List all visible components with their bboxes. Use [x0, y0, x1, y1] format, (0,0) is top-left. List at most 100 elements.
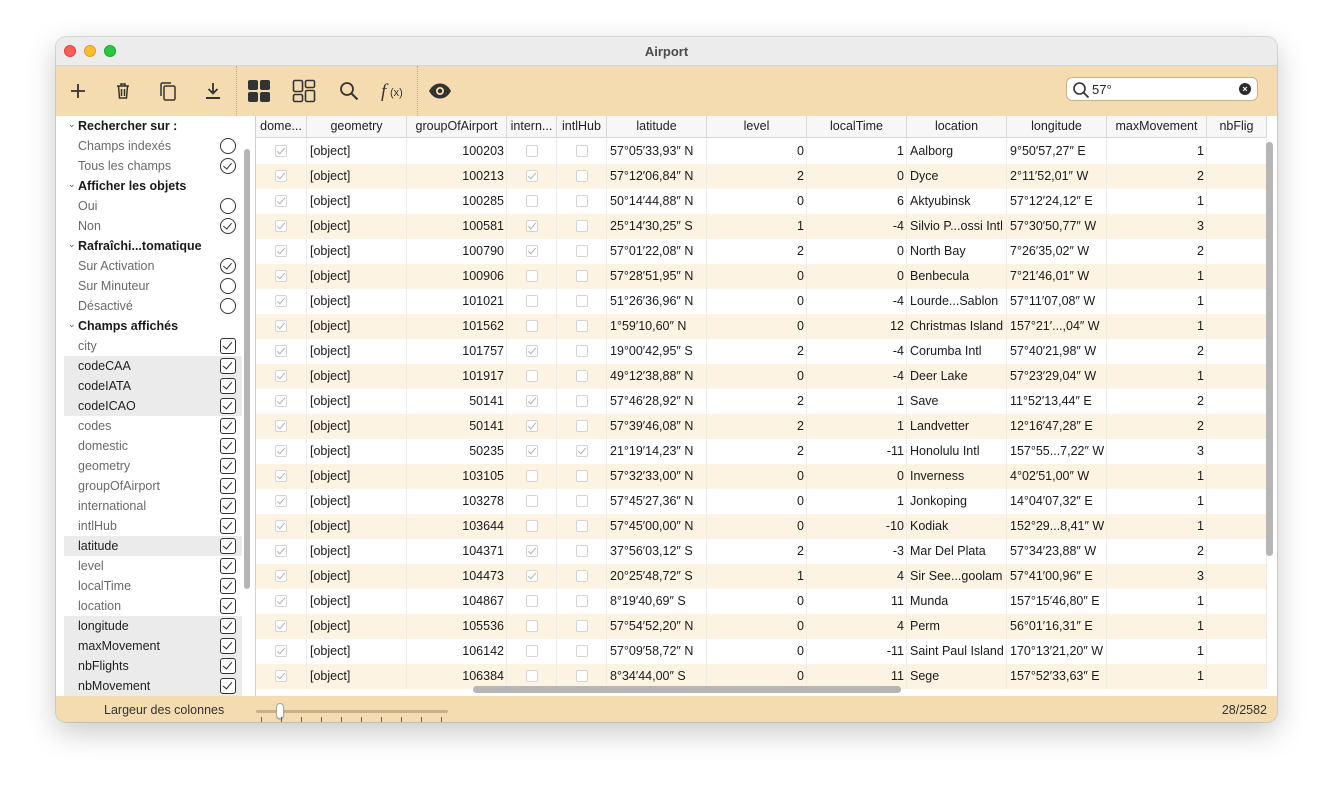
sidebar-option[interactable]: latitude — [64, 536, 242, 556]
cell-geometry[interactable]: [object] — [307, 189, 407, 214]
cell-international[interactable] — [507, 414, 557, 439]
sidebar-option[interactable]: localTime — [64, 576, 242, 596]
cell-location[interactable]: North Bay — [907, 239, 1007, 264]
cell-checkbox[interactable] — [575, 345, 588, 357]
cell-location[interactable]: Lourde...Sablon — [907, 289, 1007, 314]
cell-latitude[interactable]: 57°05′33,93″ N — [607, 139, 707, 164]
cell-level[interactable]: 0 — [707, 614, 807, 639]
cell-latitude[interactable]: 8°19′40,69″ S — [607, 589, 707, 614]
cell-maxMovement[interactable]: 2 — [1107, 539, 1207, 564]
cell-intlHub[interactable] — [557, 364, 607, 389]
cell-geometry[interactable]: [object] — [307, 589, 407, 614]
cell-longitude[interactable]: 12°16′47,28″ E — [1007, 414, 1107, 439]
cell-maxMovement[interactable]: 2 — [1107, 239, 1207, 264]
cell-checkbox[interactable] — [275, 520, 287, 532]
chevron-down-icon[interactable]: ⌄ — [68, 119, 76, 130]
cell-latitude[interactable]: 21°19′14,23″ N — [607, 439, 707, 464]
cell-location[interactable]: Aalborg — [907, 139, 1007, 164]
cell-latitude[interactable]: 20°25′48,72″ S — [607, 564, 707, 589]
cell-localTime[interactable]: 4 — [807, 564, 907, 589]
field-checkbox[interactable] — [220, 358, 236, 374]
cell-groupOfAirport[interactable]: 100581 — [407, 214, 507, 239]
cell-nbFlights[interactable] — [1207, 439, 1267, 464]
table-row[interactable]: [object] 50141 57°46′28,92″ N 2 1 Save 11°52′1… — [256, 389, 1267, 414]
cell-nbFlights[interactable] — [1207, 314, 1267, 339]
cell-groupOfAirport[interactable]: 100285 — [407, 189, 507, 214]
cell-longitude[interactable]: 57°11′07,08″ W — [1007, 289, 1107, 314]
cell-nbFlights[interactable] — [1207, 239, 1267, 264]
cell-location[interactable]: Kodiak — [907, 514, 1007, 539]
cell-checkbox[interactable] — [275, 270, 287, 282]
sidebar-option[interactable]: codes — [64, 416, 242, 436]
cell-level[interactable]: 2 — [707, 164, 807, 189]
cell-checkbox[interactable] — [575, 195, 588, 207]
cell-level[interactable]: 0 — [707, 314, 807, 339]
cell-level[interactable]: 0 — [707, 589, 807, 614]
column-header-longitude[interactable]: longitude — [1007, 116, 1107, 138]
cell-geometry[interactable]: [object] — [307, 564, 407, 589]
cell-location[interactable]: Corumba Intl — [907, 339, 1007, 364]
cell-maxMovement[interactable]: 2 — [1107, 414, 1207, 439]
cell-location[interactable]: Inverness — [907, 464, 1007, 489]
cell-location[interactable]: Sege — [907, 664, 1007, 689]
field-checkbox[interactable] — [220, 638, 236, 654]
cell-nbFlights[interactable] — [1207, 539, 1267, 564]
cell-checkbox[interactable] — [275, 445, 287, 457]
cell-longitude[interactable]: 7°26′35,02″ W — [1007, 239, 1107, 264]
table-row[interactable]: [object] 104473 20°25′48,72″ S 1 4 Sir See...… — [256, 564, 1267, 589]
sidebar-option[interactable]: intlHub — [64, 516, 242, 536]
cell-intlHub[interactable] — [557, 139, 607, 164]
cell-international[interactable] — [507, 389, 557, 414]
cell-groupOfAirport[interactable]: 101757 — [407, 339, 507, 364]
cell-localTime[interactable]: 0 — [807, 264, 907, 289]
cell-groupOfAirport[interactable]: 101021 — [407, 289, 507, 314]
cell-groupOfAirport[interactable]: 50141 — [407, 389, 507, 414]
cell-international[interactable] — [507, 364, 557, 389]
cell-location[interactable]: Sir See...goolam — [907, 564, 1007, 589]
sidebar-option[interactable]: international — [64, 496, 242, 516]
cell-level[interactable]: 2 — [707, 389, 807, 414]
cell-groupOfAirport[interactable]: 50235 — [407, 439, 507, 464]
cell-geometry[interactable]: [object] — [307, 439, 407, 464]
cell-groupOfAirport[interactable]: 100203 — [407, 139, 507, 164]
cell-intlHub[interactable] — [557, 464, 607, 489]
cell-level[interactable]: 2 — [707, 439, 807, 464]
cell-maxMovement[interactable]: 1 — [1107, 189, 1207, 214]
table-row[interactable]: [object] 100906 57°28′51,95″ N 0 0 Benbecula 7… — [256, 264, 1267, 289]
cell-checkbox[interactable] — [275, 645, 287, 657]
cell-groupOfAirport[interactable]: 104473 — [407, 564, 507, 589]
cell-nbFlights[interactable] — [1207, 289, 1267, 314]
cell-localTime[interactable]: 1 — [807, 414, 907, 439]
sidebar-section-header[interactable]: ⌄ Champs affichés — [64, 316, 242, 336]
cell-latitude[interactable]: 51°26′36,96″ N — [607, 289, 707, 314]
cell-localTime[interactable]: 6 — [807, 189, 907, 214]
cell-longitude[interactable]: 9°50′57,27″ E — [1007, 139, 1107, 164]
cell-checkbox[interactable] — [525, 420, 538, 432]
table-row[interactable]: [object] 103644 57°45′00,00″ N 0 -10 Kodiak 15… — [256, 514, 1267, 539]
cell-groupOfAirport[interactable]: 106142 — [407, 639, 507, 664]
cell-level[interactable]: 0 — [707, 264, 807, 289]
cell-international[interactable] — [507, 264, 557, 289]
cell-intlHub[interactable] — [557, 639, 607, 664]
cell-nbFlights[interactable] — [1207, 389, 1267, 414]
cell-domestic[interactable] — [256, 664, 307, 689]
cell-checkbox[interactable] — [575, 395, 588, 407]
sidebar-option[interactable]: codeICAO — [64, 396, 242, 416]
cell-checkbox[interactable] — [525, 145, 538, 157]
sidebar-section-header[interactable]: ⌄ Rechercher sur : — [64, 116, 242, 136]
cell-checkbox[interactable] — [525, 320, 538, 332]
cell-localTime[interactable]: -4 — [807, 289, 907, 314]
radio-button[interactable] — [220, 158, 236, 174]
cell-checkbox[interactable] — [575, 145, 588, 157]
cell-checkbox[interactable] — [525, 195, 538, 207]
cell-nbFlights[interactable] — [1207, 414, 1267, 439]
cell-maxMovement[interactable]: 1 — [1107, 139, 1207, 164]
cell-level[interactable]: 0 — [707, 289, 807, 314]
cell-domestic[interactable] — [256, 139, 307, 164]
cell-checkbox[interactable] — [575, 670, 588, 682]
table-row[interactable]: [object] 101562 1°59′10,60″ N 0 12 Christmas … — [256, 314, 1267, 339]
field-checkbox[interactable] — [220, 678, 236, 694]
cell-longitude[interactable]: 14°04′07,32″ E — [1007, 489, 1107, 514]
cell-localTime[interactable]: -4 — [807, 339, 907, 364]
cell-checkbox[interactable] — [575, 220, 588, 232]
